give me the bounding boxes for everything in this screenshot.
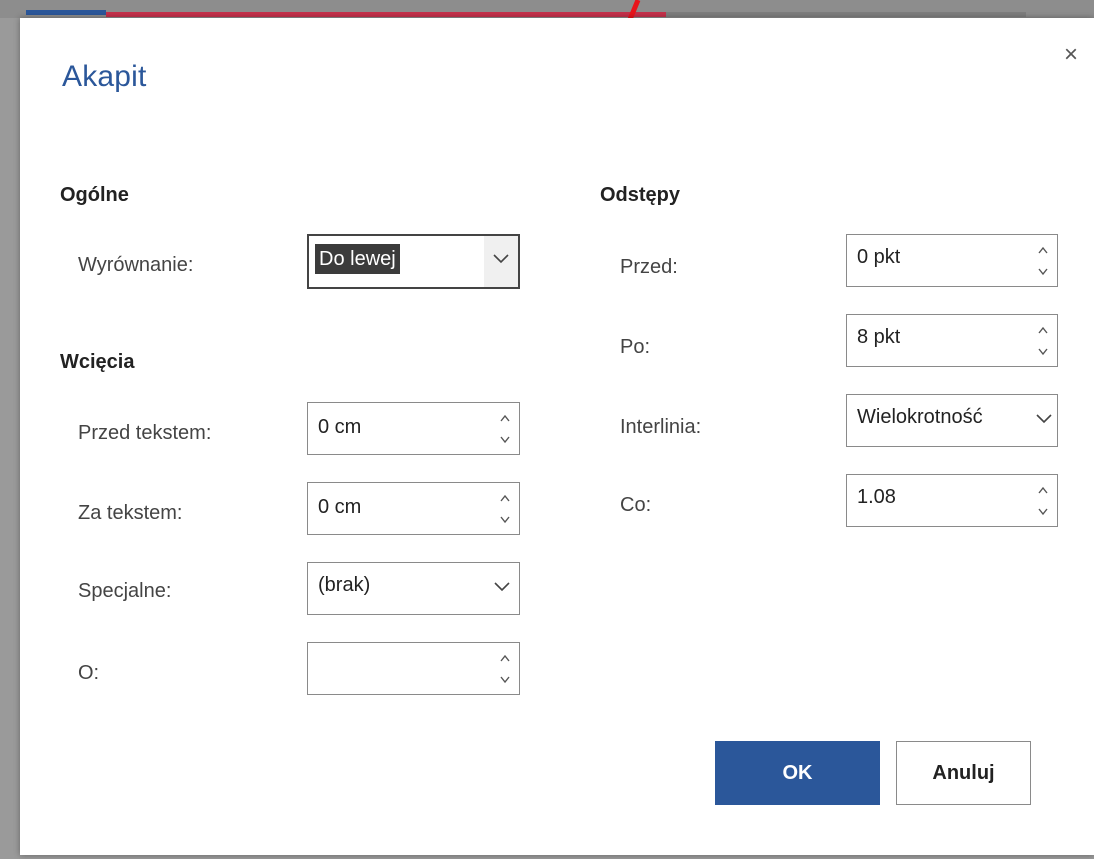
line-spacing-at-value: 1.08 bbox=[857, 486, 896, 508]
special-value: (brak) bbox=[318, 574, 371, 596]
close-icon: × bbox=[1063, 41, 1078, 68]
chevron-down-icon bbox=[493, 254, 509, 264]
background-app-bar bbox=[0, 0, 1094, 18]
spacing-after-value: 8 pkt bbox=[857, 326, 901, 348]
cancel-button[interactable]: Anuluj bbox=[896, 741, 1031, 805]
spin-down-icon[interactable] bbox=[1035, 345, 1051, 359]
indent-before-input[interactable]: 0 cm bbox=[307, 402, 520, 455]
section-indent-title: Wcięcia bbox=[60, 351, 135, 373]
special-label: Specjalne: bbox=[78, 580, 172, 602]
spacing-after-label: Po: bbox=[620, 336, 651, 358]
spin-up-icon[interactable] bbox=[1035, 483, 1051, 497]
spin-down-icon[interactable] bbox=[1035, 505, 1051, 519]
spin-up-icon[interactable] bbox=[497, 411, 513, 425]
line-spacing-select[interactable]: Wielokrotność bbox=[846, 394, 1058, 447]
chevron-down-icon bbox=[494, 582, 510, 592]
ok-button[interactable]: OK bbox=[715, 741, 880, 805]
alignment-select[interactable]: Do lewej bbox=[307, 234, 520, 289]
line-spacing-at-input[interactable]: 1.08 bbox=[846, 474, 1058, 527]
spin-down-icon[interactable] bbox=[497, 513, 513, 527]
spacing-before-value: 0 pkt bbox=[857, 246, 901, 268]
special-select[interactable]: (brak) bbox=[307, 562, 520, 615]
background-tab-accent bbox=[26, 10, 106, 15]
indent-by-input[interactable] bbox=[307, 642, 520, 695]
alignment-label: Wyrównanie: bbox=[78, 254, 194, 276]
indent-by-label: O: bbox=[78, 662, 100, 684]
background-progress-line bbox=[106, 12, 666, 17]
indent-after-value: 0 cm bbox=[318, 496, 362, 518]
spacing-before-label: Przed: bbox=[620, 256, 678, 278]
section-general-title: Ogólne bbox=[60, 184, 129, 206]
spin-up-icon[interactable] bbox=[1035, 323, 1051, 337]
spin-up-icon[interactable] bbox=[497, 491, 513, 505]
paragraph-dialog: Akapit × Ogólne Wyrównanie: Do lewej Wci… bbox=[20, 18, 1094, 855]
alignment-dropdown-button[interactable] bbox=[484, 236, 518, 287]
spin-down-icon[interactable] bbox=[497, 673, 513, 687]
dialog-title: Akapit bbox=[62, 60, 147, 93]
spin-up-icon[interactable] bbox=[497, 651, 513, 665]
chevron-down-icon bbox=[1036, 414, 1052, 424]
spin-up-icon[interactable] bbox=[1035, 243, 1051, 257]
background-divider bbox=[666, 12, 1026, 17]
line-spacing-value: Wielokrotność bbox=[857, 406, 983, 428]
line-spacing-at-label: Co: bbox=[620, 494, 652, 516]
spacing-before-input[interactable]: 0 pkt bbox=[846, 234, 1058, 287]
line-spacing-label: Interlinia: bbox=[620, 416, 702, 438]
indent-after-label: Za tekstem: bbox=[78, 502, 183, 524]
indent-before-label: Przed tekstem: bbox=[78, 422, 212, 444]
indent-after-input[interactable]: 0 cm bbox=[307, 482, 520, 535]
spin-down-icon[interactable] bbox=[1035, 265, 1051, 279]
indent-before-value: 0 cm bbox=[318, 416, 362, 438]
spin-down-icon[interactable] bbox=[497, 433, 513, 447]
spacing-after-input[interactable]: 8 pkt bbox=[846, 314, 1058, 367]
alignment-value: Do lewej bbox=[315, 244, 400, 274]
close-button[interactable]: × bbox=[1056, 40, 1086, 70]
section-spacing-title: Odstępy bbox=[600, 184, 681, 206]
